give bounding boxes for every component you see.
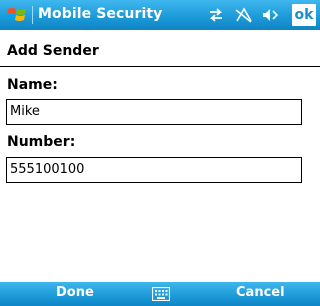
volume-icon[interactable] — [262, 7, 278, 23]
softkey-bar: Done Cancel — [0, 282, 320, 306]
page-title: Add Sender — [7, 43, 99, 59]
connectivity-icon[interactable] — [208, 7, 224, 23]
app-title: Mobile Security — [38, 6, 163, 22]
name-field[interactable]: Mike — [6, 99, 302, 125]
title-separator — [32, 6, 33, 24]
done-button[interactable]: Done — [56, 285, 94, 300]
signal-off-icon[interactable] — [235, 7, 253, 23]
heading-divider — [0, 66, 320, 67]
number-field[interactable]: 555100100 — [6, 157, 302, 183]
windows-flag-icon[interactable] — [6, 4, 28, 26]
cancel-button[interactable]: Cancel — [236, 285, 285, 300]
name-label: Name: — [7, 77, 58, 93]
keyboard-icon[interactable] — [152, 287, 170, 301]
title-bar: Mobile Security ok — [0, 0, 320, 30]
ok-button[interactable]: ok — [292, 4, 316, 26]
number-label: Number: — [7, 134, 76, 150]
